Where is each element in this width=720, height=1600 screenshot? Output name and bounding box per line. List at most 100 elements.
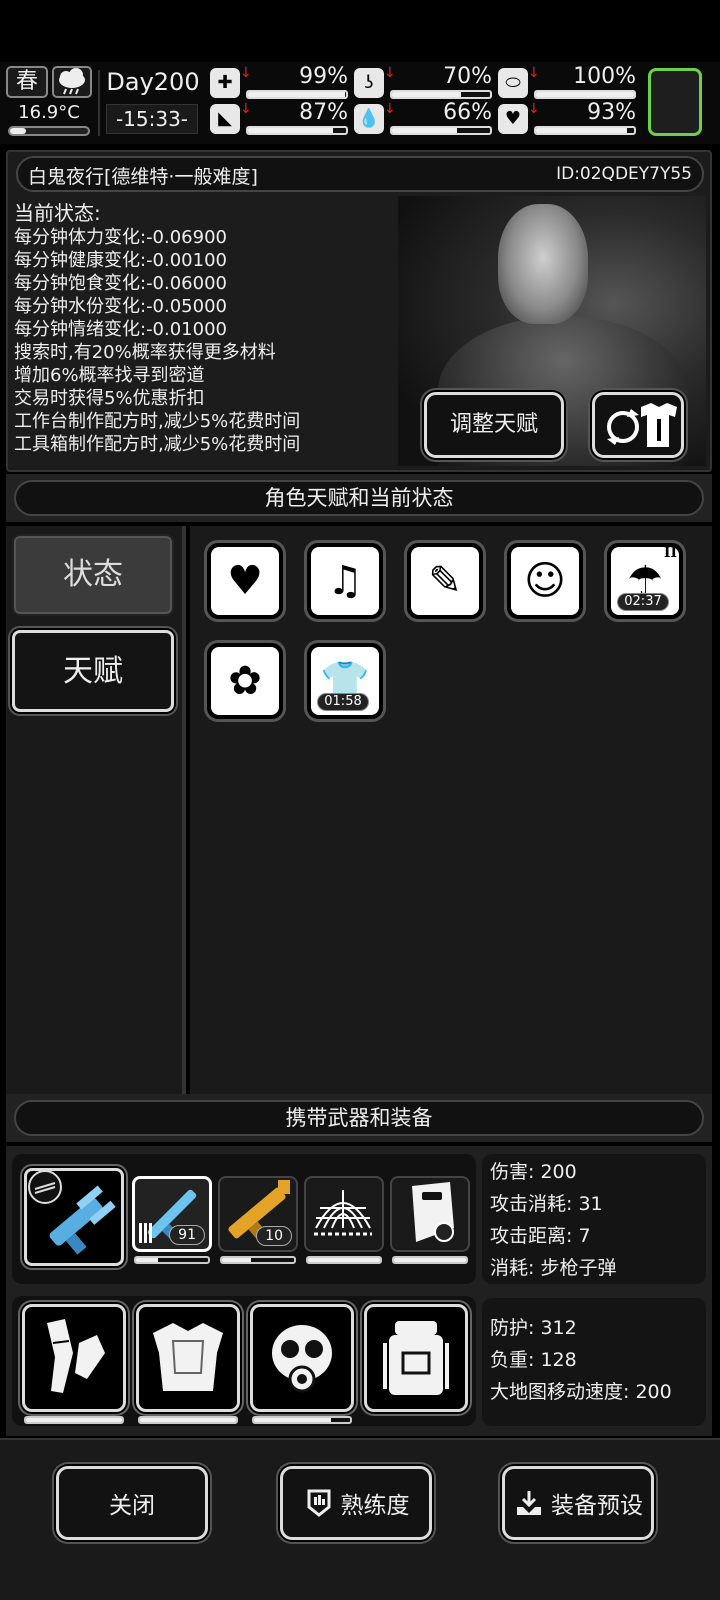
stat-value: 66% — [443, 100, 492, 125]
weapon-stat: 攻击消耗: 31 — [490, 1193, 603, 1215]
stat-value: 100% — [573, 64, 636, 89]
stat-bar — [534, 90, 636, 99]
quick-slot-button[interactable] — [648, 68, 702, 136]
stomach-icon: ʖ — [354, 68, 384, 98]
status-header: 当前状态: — [14, 201, 101, 225]
umbrella-icon: ☂ II 02:37 — [611, 545, 679, 615]
preset-label: 装备预设 — [551, 1493, 643, 1519]
section-title: 角色天赋和当前状态 — [14, 480, 704, 516]
armor-slot[interactable] — [136, 1304, 240, 1412]
status-hud: 春 16.9°C Day200 -15:33- ✚ ↓ 99% ʖ ↓ 70% ⬭ ↓… — [0, 62, 720, 144]
temperature-readout: 16.9°C — [18, 102, 80, 123]
durability-bar — [392, 1256, 468, 1264]
ammo-count: 10 — [256, 1226, 292, 1246]
status-line: 交易时获得5%优惠折扣 — [14, 388, 205, 409]
shirt-icon: 👕 01:58 — [311, 647, 379, 715]
minigun-icon — [28, 1170, 116, 1255]
heart-icon: ♥ — [498, 104, 528, 134]
weapon-slot[interactable]: 91 — [132, 1176, 212, 1252]
person-heartbeat-icon: ☺ — [511, 547, 579, 615]
tab-status[interactable]: 状态 — [12, 534, 174, 616]
heart-icon: ♥ — [211, 547, 279, 615]
status-line: 工作台制作配方时,减少5%花费时间 — [14, 411, 301, 432]
current-status: 当前状态: 每分钟体力变化:-0.06900 每分钟健康变化:-0.00100 … — [14, 200, 414, 456]
stat-pill: ⬭ ↓ 100% — [498, 64, 636, 100]
clock: -15:33- — [106, 104, 198, 134]
tab-column: 状态 天赋 — [6, 526, 186, 1112]
weapon-slot[interactable]: 10 — [218, 1176, 298, 1252]
weapon-slot[interactable] — [390, 1176, 470, 1252]
durability-bar — [306, 1256, 382, 1264]
weapon-slot-main[interactable] — [24, 1168, 124, 1266]
status-effect-slot[interactable]: ♫ — [304, 540, 386, 622]
gas-mask-icon — [272, 1325, 332, 1393]
status-line: 每分钟情绪变化:-0.01000 — [14, 319, 227, 340]
stat-value: 70% — [443, 64, 492, 89]
close-button[interactable]: 关闭 — [56, 1466, 208, 1540]
status-line: 每分钟健康变化:-0.00100 — [14, 250, 227, 271]
effect-timer: 01:58 — [317, 693, 369, 711]
section-title: 携带武器和装备 — [14, 1100, 704, 1136]
equipment-section-header: 携带武器和装备 — [6, 1094, 712, 1142]
riot-shield-icon — [412, 1182, 454, 1242]
stat-bar — [390, 90, 492, 99]
armor-stat: 负重: 128 — [490, 1349, 577, 1371]
effect-timer: 02:37 — [617, 593, 669, 611]
weapon-stat: 伤害: 200 — [490, 1161, 577, 1183]
status-effect-slot[interactable]: ✎ — [404, 540, 486, 622]
close-label: 关闭 — [109, 1493, 155, 1519]
medkit-icon: ✚ — [210, 68, 240, 98]
download-tray-icon — [517, 1491, 541, 1515]
proficiency-button[interactable]: 熟练度 — [280, 1466, 432, 1540]
stat-health: ✚ ↓ 99% — [210, 64, 348, 100]
water-drop-icon: 💧 — [354, 104, 384, 134]
armor-row — [12, 1296, 476, 1426]
stat-bar — [390, 126, 492, 135]
status-line: 工具箱制作配方时,减少5%花费时间 — [14, 434, 301, 455]
status-line: 每分钟饱食变化:-0.06000 — [14, 273, 227, 294]
status-effect-slot[interactable]: ☂ II 02:37 — [604, 540, 686, 622]
status-effect-slot[interactable]: ☺ — [504, 540, 586, 622]
body-armor-icon — [153, 1323, 223, 1391]
cloud-rain-icon — [52, 66, 92, 98]
equipment-preset-button[interactable]: 装备预设 — [502, 1466, 654, 1540]
character-name: 白鬼夜行[德维特·一般难度] — [28, 166, 258, 188]
status-line: 每分钟体力变化:-0.06900 — [14, 227, 227, 248]
backpack-icon — [383, 1321, 449, 1395]
clipboard-bandage-icon: ✎ — [411, 547, 479, 615]
stat-mood: ♥ ↓ 93% — [498, 100, 636, 136]
weapon-row: 91 10 — [12, 1154, 476, 1284]
proficiency-label: 熟练度 — [340, 1493, 410, 1519]
change-outfit-button[interactable] — [592, 392, 684, 458]
stat-bar — [246, 126, 348, 135]
season-indicator: 春 — [6, 66, 48, 98]
armor-stat: 大地图移动速度: 200 — [490, 1381, 672, 1403]
status-effect-slot[interactable]: ♥ — [204, 540, 286, 622]
stomach-germ-icon: ✿ — [211, 647, 279, 715]
proficiency-badge-icon — [307, 1489, 330, 1517]
swap-shirt-icon — [607, 403, 677, 447]
net-icon — [314, 1190, 372, 1236]
adjust-talent-button[interactable]: 调整天赋 — [424, 392, 564, 458]
stat-bar — [246, 90, 348, 99]
durability-bar — [134, 1256, 210, 1264]
character-id: ID:02QDEY7Y55 — [556, 164, 692, 184]
stat-water: 💧 ↓ 66% — [354, 100, 492, 136]
armor-slot[interactable] — [250, 1304, 354, 1412]
weapon-stat: 消耗: 步枪子弹 — [490, 1257, 617, 1279]
tab-talent[interactable]: 天赋 — [12, 630, 174, 712]
status-effect-slot[interactable]: ✿ — [204, 640, 286, 722]
ammo-count: 91 — [169, 1225, 205, 1245]
character-name-bar: 白鬼夜行[德维特·一般难度] ID:02QDEY7Y55 — [16, 156, 704, 192]
music-heart-icon: ♫ — [311, 547, 379, 615]
durability-bar — [252, 1416, 352, 1424]
status-line: 增加6%概率找寻到密道 — [14, 365, 205, 386]
armor-slot[interactable] — [364, 1304, 468, 1412]
day-counter: Day200 — [106, 68, 200, 96]
stat-bar — [534, 126, 636, 135]
armor-slot[interactable] — [22, 1304, 126, 1412]
boot-icon: ◣ — [210, 104, 240, 134]
status-effect-slot[interactable]: 👕 01:58 — [304, 640, 386, 722]
weapon-slot[interactable] — [304, 1176, 384, 1252]
temperature-bar — [8, 126, 90, 136]
